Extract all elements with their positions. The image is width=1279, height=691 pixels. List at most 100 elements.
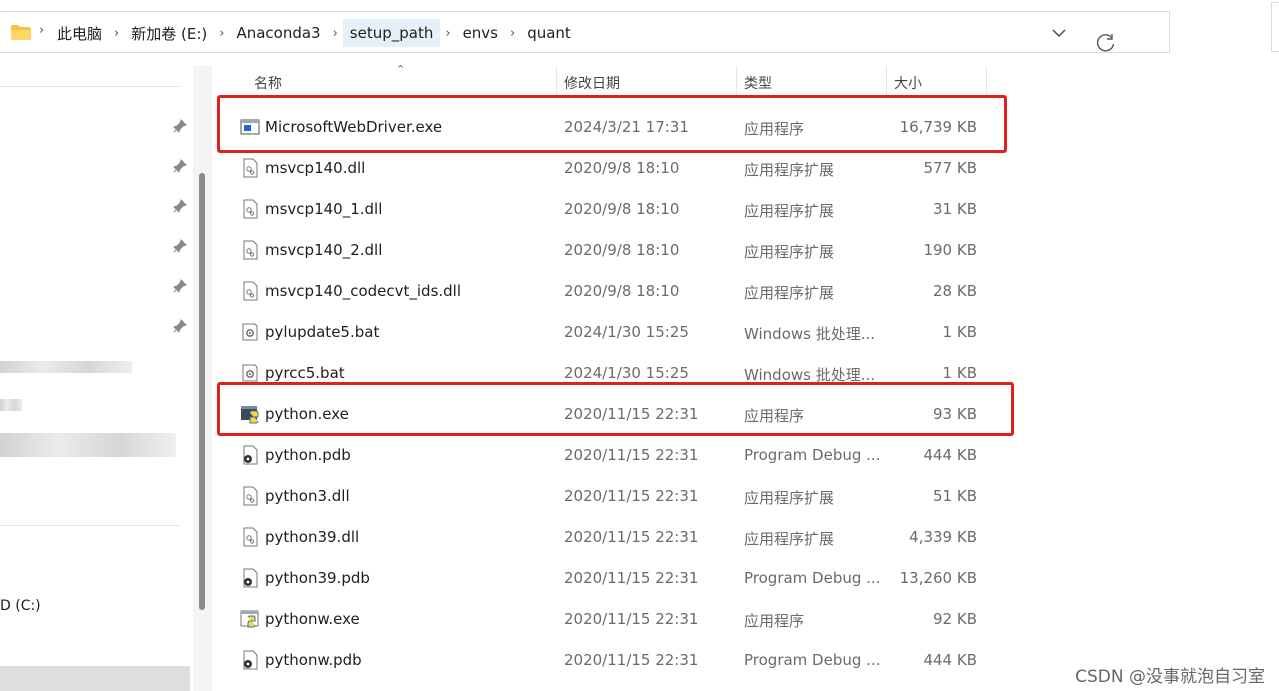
file-type: 应用程序扩展 [744,284,835,302]
file-size: 1 KB [942,323,977,341]
address-bar: › 此电脑 › 新加卷 (E:) › Anaconda3 › setup_path › envs… [0,0,1279,66]
chevron-right-icon[interactable]: › [114,26,119,41]
address-box[interactable]: › 此电脑 › 新加卷 (E:) › Anaconda3 › setup_path › envs… [0,11,1170,53]
search-box-edge[interactable] [1271,2,1279,52]
pin-icon[interactable] [173,319,187,333]
file-type: Program Debug ... [744,569,881,587]
file-size: 31 KB [933,200,977,218]
file-row[interactable]: pythonw.exe 2020/11/15 22:31 应用程序 92 KB [212,599,1002,640]
column-header-type[interactable]: 类型 [744,73,772,93]
file-date: 2020/9/8 18:10 [564,241,680,259]
column-divider[interactable] [886,66,887,98]
file-size: 13,260 KB [899,569,977,587]
pin-icon[interactable] [173,279,187,293]
file-type: 应用程序 [744,612,805,630]
column-divider[interactable] [736,66,737,98]
pin-icon[interactable] [173,199,187,213]
dll-file-icon [240,199,260,219]
file-size: 444 KB [923,651,977,669]
file-name: pyrcc5.bat [265,364,345,382]
file-date: 2020/9/8 18:10 [564,159,680,177]
chevron-down-icon[interactable] [1049,23,1069,43]
file-date: 2020/11/15 22:31 [564,528,699,546]
file-type: Windows 批处理... [744,325,876,343]
file-row[interactable]: pythonw.pdb 2020/11/15 22:31 Program Debug… [212,640,1002,681]
chevron-right-icon[interactable]: › [219,26,224,41]
column-header-name[interactable]: 名称 [254,73,282,93]
folder-icon [11,25,31,40]
file-type: Program Debug ... [744,446,881,464]
file-name: python39.dll [265,528,360,546]
breadcrumb-link[interactable]: envs [463,19,498,47]
nav-divider [0,86,180,87]
highlight-box [217,95,1007,153]
file-date: 2020/11/15 22:31 [564,569,699,587]
breadcrumb-item: envs › [463,19,528,47]
file-name: pythonw.exe [265,610,360,628]
column-divider[interactable] [986,66,987,98]
breadcrumb-link[interactable]: quant [527,19,571,47]
file-type: Program Debug ... [744,651,881,669]
file-row[interactable]: msvcp140.dll 2020/9/8 18:10 应用程序扩展 577 KB [212,148,1002,189]
dll-file-icon [240,281,260,301]
breadcrumb-item: Anaconda3 › [236,19,349,47]
file-name: msvcp140.dll [265,159,366,177]
file-date: 2020/11/15 22:31 [564,610,699,628]
file-row[interactable]: python3.dll 2020/11/15 22:31 应用程序扩展 51 KB [212,476,1002,517]
file-date: 2020/11/15 22:31 [564,487,699,505]
pdb-file-icon [240,568,260,588]
column-divider[interactable] [556,66,557,98]
file-row[interactable]: pylupdate5.bat 2024/1/30 15:25 Windows 批处理… [212,312,1002,353]
file-size: 92 KB [933,610,977,628]
file-row[interactable]: python.pdb 2020/11/15 22:31 Program Debug … [212,435,1002,476]
blurred-nav-item[interactable] [0,433,176,457]
file-date: 2020/11/15 22:31 [564,446,699,464]
file-date: 2020/9/8 18:10 [564,200,680,218]
file-name: msvcp140_2.dll [265,241,383,259]
breadcrumb-item: 此电脑 › [57,18,131,49]
nav-scrollbar-thumb[interactable] [199,173,205,610]
file-name: python3.dll [265,487,350,505]
column-header-date[interactable]: 修改日期 [564,73,620,93]
blurred-nav-item[interactable] [0,361,132,373]
pin-icon[interactable] [173,239,187,253]
file-row[interactable]: msvcp140_2.dll 2020/9/8 18:10 应用程序扩展 190 KB [212,230,1002,271]
bat-file-icon [240,322,260,342]
breadcrumb-link[interactable]: 此电脑 [57,18,102,49]
file-size: 51 KB [933,487,977,505]
refresh-icon[interactable] [1095,32,1117,54]
nav-horizontal-scrollbar[interactable] [0,666,190,691]
pdb-file-icon [240,445,260,465]
file-row[interactable]: msvcp140_codecvt_ids.dll 2020/9/8 18:10 应用… [212,271,1002,312]
breadcrumb-link[interactable]: setup_path [342,19,441,47]
dll-file-icon [240,240,260,260]
breadcrumb-link[interactable]: Anaconda3 [236,19,320,47]
file-row[interactable]: python39.dll 2020/11/15 22:31 应用程序扩展 4,339 … [212,517,1002,558]
file-row[interactable]: python39.pdb 2020/11/15 22:31 Program Debu… [212,558,1002,599]
bat-file-icon [240,363,260,383]
file-name: pylupdate5.bat [265,323,380,341]
file-name: pythonw.pdb [265,651,362,669]
file-size: 190 KB [923,241,977,259]
blurred-nav-item[interactable] [0,399,22,411]
chevron-right-icon[interactable]: › [39,23,44,38]
file-name: msvcp140_1.dll [265,200,383,218]
dll-file-icon [240,527,260,547]
file-row[interactable]: msvcp140_1.dll 2020/9/8 18:10 应用程序扩展 31 KB [212,189,1002,230]
breadcrumb-link[interactable]: 新加卷 (E:) [131,18,207,49]
file-type: 应用程序扩展 [744,489,835,507]
pin-icon[interactable] [173,159,187,173]
breadcrumb-item: 新加卷 (E:) › [131,18,236,49]
column-header: ⌃ 名称 修改日期 类型 大小 [212,63,1002,98]
chevron-right-icon[interactable]: › [445,26,450,41]
column-header-size[interactable]: 大小 [894,73,922,93]
file-name: python.pdb [265,446,351,464]
chevron-right-icon[interactable]: › [510,26,515,41]
file-size: 4,339 KB [909,528,977,546]
breadcrumb-item: setup_path › [342,19,463,47]
nav-item-drive-c[interactable]: D (C:) [0,598,41,614]
file-type: 应用程序扩展 [744,202,835,220]
file-date: 2020/9/8 18:10 [564,282,680,300]
chevron-right-icon[interactable]: › [333,26,338,41]
pin-icon[interactable] [173,119,187,133]
